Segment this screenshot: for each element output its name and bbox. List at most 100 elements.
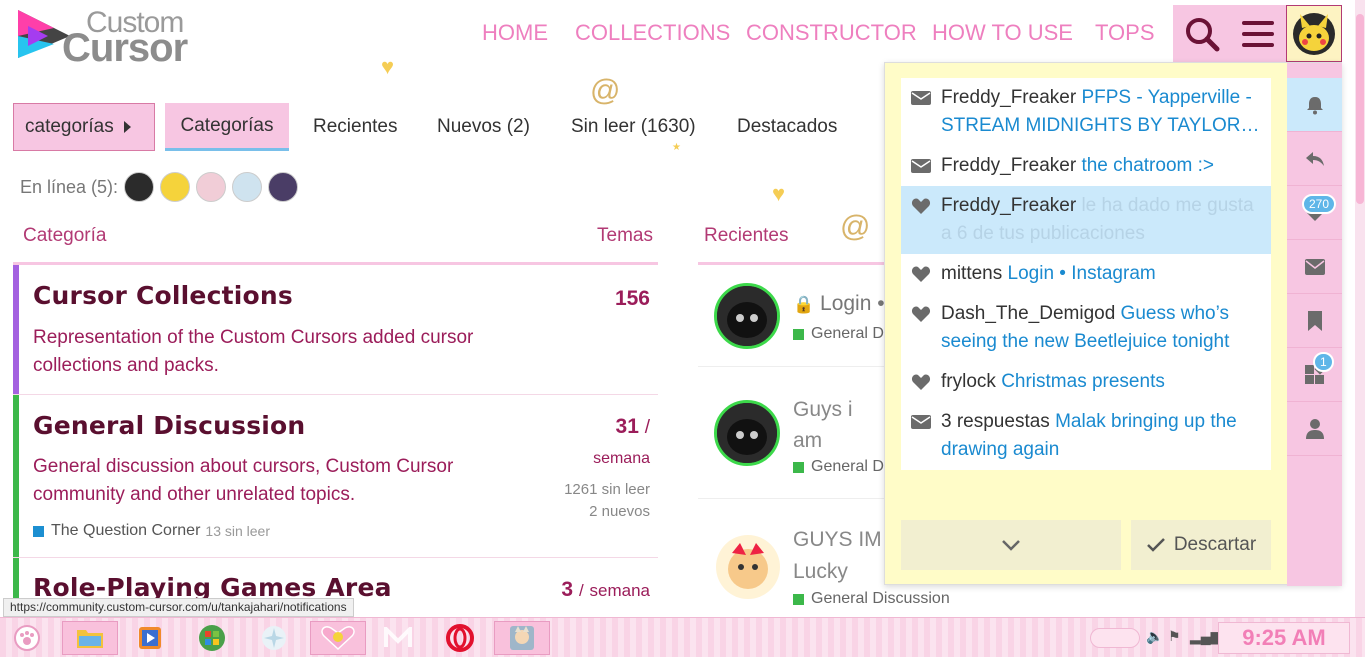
notification-item[interactable]: Freddy_Freaker the chatroom :> <box>901 146 1271 186</box>
avatar <box>1293 12 1335 55</box>
recent-topic-title[interactable]: GUYS IM Lucky <box>793 524 885 588</box>
taskbar-file-explorer[interactable] <box>62 621 118 655</box>
online-user-avatar[interactable] <box>268 172 299 202</box>
notification-item[interactable]: mittens Login • Instagram <box>901 254 1271 294</box>
recent-topic-category[interactable]: General D <box>793 458 884 476</box>
category-row[interactable]: Cursor Collections Representation of the… <box>13 265 658 395</box>
taskbar-windows[interactable] <box>188 621 236 655</box>
online-user-avatar[interactable] <box>124 172 155 202</box>
taskbar-clock[interactable]: 9:25 AM <box>1218 622 1350 654</box>
taskbar-opera[interactable] <box>436 621 484 655</box>
tab-recientes[interactable]: Recientes <box>313 103 398 151</box>
notification-item[interactable]: frylock Christmas presents <box>901 362 1271 402</box>
row-divider <box>698 366 888 367</box>
recent-column-header[interactable]: Recientes <box>704 225 789 247</box>
tab-sin-leer[interactable]: Sin leer (1630) <box>571 103 696 151</box>
media-player-icon <box>139 627 161 649</box>
likes-tab-button[interactable]: 270 <box>1287 186 1342 240</box>
online-user-avatar[interactable] <box>160 172 191 202</box>
notification-user: Dash_The_Demigod <box>941 303 1116 324</box>
category-row[interactable]: General Discussion General discussion ab… <box>13 395 658 558</box>
reply-icon <box>1305 151 1324 166</box>
subcategory-color-square <box>33 525 44 537</box>
topic-count: 31 / <box>616 415 650 439</box>
hamburger-menu-icon <box>1241 20 1274 47</box>
category-title[interactable]: Cursor Collections <box>33 281 293 310</box>
topic-count-value: 3 <box>561 578 574 601</box>
topic-author-avatar[interactable] <box>714 400 780 466</box>
hamburger-menu-button[interactable] <box>1229 5 1286 62</box>
notification-user: frylock <box>941 371 996 392</box>
topic-period: semana <box>593 450 650 467</box>
site-logo[interactable]: Custom Cursor <box>14 6 224 70</box>
unread-count[interactable]: 1261 sin leer <box>564 479 650 501</box>
nav-collections[interactable]: COLLECTIONS <box>575 20 730 46</box>
categories-dropdown[interactable]: categorías <box>13 103 155 151</box>
notifications-tab-button[interactable] <box>1287 78 1342 132</box>
tab-nuevos[interactable]: Nuevos (2) <box>437 103 530 151</box>
recent-topic-title[interactable]: Guys i am something <box>793 394 885 456</box>
subcategory-link[interactable]: The Question Corner 13 sin leer <box>33 522 270 540</box>
status-url-bar: https://community.custom-cursor.com/u/ta… <box>3 598 354 617</box>
notification-item[interactable]: Dash_The_Demigod Guess who’s seeing the … <box>901 294 1271 362</box>
heart-decoration-icon: ♥ <box>772 181 786 206</box>
other-tab-button[interactable]: 1 <box>1287 348 1342 402</box>
nav-tops[interactable]: TOPS <box>1095 20 1155 46</box>
bookmarks-tab-button[interactable] <box>1287 294 1342 348</box>
caret-right-icon <box>123 121 131 133</box>
nav-how-to-use[interactable]: HOW TO USE <box>932 20 1073 46</box>
network-signal-icon[interactable]: ▂▄▆ <box>1190 628 1221 645</box>
search-button[interactable] <box>1173 5 1230 62</box>
recent-topic-category-name: General D <box>811 458 884 475</box>
flag-icon[interactable]: ⚑ <box>1168 628 1181 645</box>
topic-period: semana <box>589 581 650 600</box>
taskbar-m-app[interactable] <box>374 621 422 655</box>
tab-destacados[interactable]: Destacados <box>737 103 837 151</box>
topic-author-avatar[interactable] <box>716 535 780 599</box>
online-users: En línea (5): <box>20 172 299 202</box>
recent-topic-category[interactable]: General Discussion <box>793 590 950 608</box>
bookmark-icon <box>1307 310 1322 331</box>
sparkle-app-icon <box>262 626 286 650</box>
messages-tab-button[interactable] <box>1287 240 1342 294</box>
recent-topic-title[interactable]: 🔒 Login • <box>793 292 885 316</box>
online-user-avatar[interactable] <box>232 172 263 202</box>
notification-user: Freddy_Freaker <box>941 195 1077 216</box>
topic-author-avatar[interactable] <box>714 283 780 349</box>
start-button[interactable] <box>2 621 52 655</box>
taskbar-media-player[interactable] <box>126 621 174 655</box>
category-color-square <box>793 593 804 605</box>
online-user-avatar[interactable] <box>196 172 227 202</box>
m-logo-icon <box>384 627 412 647</box>
nav-constructor[interactable]: CONSTRUCTOR <box>746 20 917 46</box>
heart-decoration-icon: ♥ <box>381 54 395 79</box>
notification-item[interactable]: Freddy_Freaker le ha dado me gusta a 6 d… <box>901 186 1271 254</box>
dismiss-button[interactable]: Descartar <box>1131 520 1271 570</box>
page-scrollbar[interactable] <box>1355 0 1365 617</box>
nav-home[interactable]: HOME <box>482 20 548 46</box>
user-avatar-button[interactable] <box>1286 5 1342 62</box>
taskbar-active-app[interactable] <box>494 621 550 655</box>
scrollbar-thumb[interactable] <box>1356 14 1364 204</box>
profile-tab-button[interactable] <box>1287 402 1342 456</box>
notification-text: Login • Instagram <box>1007 263 1156 284</box>
taskbar: 🔈 ⚑ ▂▄▆ 9:25 AM <box>0 617 1365 657</box>
recent-topic-title-text: Login • <box>820 292 885 315</box>
taskbar-custom-cursor[interactable] <box>310 621 366 655</box>
bell-icon <box>1306 96 1323 114</box>
replies-tab-button[interactable] <box>1287 132 1342 186</box>
category-title[interactable]: General Discussion <box>33 411 305 440</box>
tab-categorias[interactable]: Categorías <box>165 103 289 151</box>
notification-item[interactable]: 3 respuestas Malak bringing up the drawi… <box>901 402 1271 470</box>
topics-column-header[interactable]: Temas <box>597 225 653 247</box>
envelope-icon <box>911 91 931 105</box>
taskbar-app[interactable] <box>250 621 298 655</box>
heart-icon <box>911 266 931 282</box>
volume-icon[interactable]: 🔈 <box>1146 628 1163 645</box>
recent-topic-category[interactable]: General D <box>793 325 884 343</box>
tray-widget[interactable] <box>1090 628 1140 648</box>
more-notifications-button[interactable] <box>901 520 1121 570</box>
notification-item[interactable]: Freddy_Freaker PFPS - Yapperville - STRE… <box>901 78 1271 146</box>
new-count[interactable]: 2 nuevos <box>589 501 650 523</box>
category-column-header[interactable]: Categoría <box>23 225 106 247</box>
